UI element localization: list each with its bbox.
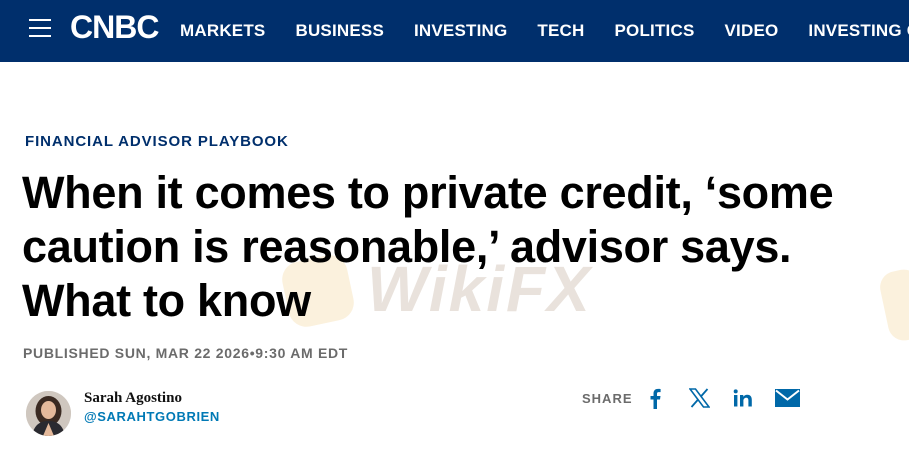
nav-item-business[interactable]: BUSINESS <box>295 21 384 41</box>
published-timestamp: PUBLISHED SUN, MAR 22 2026•9:30 AM EDT <box>23 345 349 361</box>
headline-line: What to know <box>22 275 311 326</box>
headline-line: When it comes to private credit, ‘some <box>22 167 834 218</box>
article-headline: When it comes to private credit, ‘some c… <box>22 166 909 328</box>
nav-item-politics[interactable]: POLITICS <box>615 21 695 41</box>
top-navigation-bar: CNBC MARKETS BUSINESS INVESTING TECH POL… <box>0 0 909 62</box>
nav-item-tech[interactable]: TECH <box>537 21 584 41</box>
cnbc-logo[interactable]: CNBC <box>70 9 159 45</box>
nav-item-markets[interactable]: MARKETS <box>180 21 265 41</box>
author-handle[interactable]: @SARAHTGOBRIEN <box>84 409 220 424</box>
nav-item-investing-club[interactable]: INVESTING CLUB <box>808 21 909 41</box>
menu-icon[interactable] <box>29 19 51 37</box>
facebook-icon[interactable] <box>647 386 663 410</box>
main-nav: MARKETS BUSINESS INVESTING TECH POLITICS… <box>180 0 909 62</box>
author-avatar[interactable] <box>26 391 71 436</box>
article-kicker[interactable]: FINANCIAL ADVISOR PLAYBOOK <box>25 133 289 150</box>
author-name[interactable]: Sarah Agostino <box>84 390 182 407</box>
share-label: SHARE <box>582 391 633 406</box>
headline-line: caution is reasonable,’ advisor says. <box>22 221 792 272</box>
x-icon[interactable] <box>687 386 711 410</box>
email-icon[interactable] <box>774 386 800 410</box>
nav-item-investing[interactable]: INVESTING <box>414 21 507 41</box>
nav-item-video[interactable]: VIDEO <box>725 21 779 41</box>
linkedin-icon[interactable] <box>731 386 755 410</box>
